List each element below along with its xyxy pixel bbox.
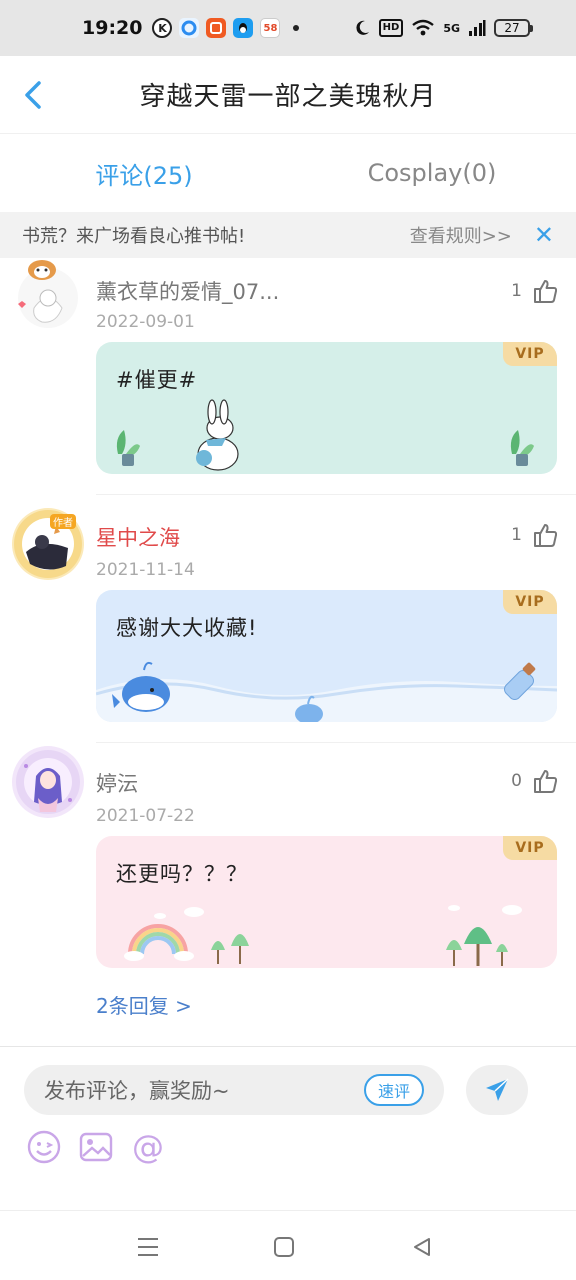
vip-badge: VIP [503, 342, 557, 366]
close-icon[interactable]: ✕ [534, 223, 554, 247]
avatar[interactable] [12, 746, 84, 818]
like-count: 1 [511, 281, 522, 301]
comment-date: 2022-09-01 [96, 312, 195, 332]
whale-wave-decoration [96, 661, 557, 722]
moon-icon [356, 20, 369, 35]
comment-date: 2021-11-14 [96, 560, 195, 580]
notice-banner[interactable]: 书荒？来广场看良心推书帖! 查看规则>> ✕ [0, 212, 576, 258]
tab-cosplay[interactable]: Cosplay(0) [288, 134, 576, 212]
comment-divider [96, 494, 576, 495]
rainbow-trees-decoration [124, 905, 522, 966]
back-arrow-icon [25, 81, 41, 109]
quick-review-button[interactable]: 速评 [363, 1074, 424, 1106]
like-button[interactable]: 0 [511, 768, 558, 794]
video-app-icon [206, 18, 227, 38]
home-icon[interactable] [270, 1233, 298, 1261]
view-rules-link[interactable]: 查看规则>> [410, 222, 512, 248]
like-count: 0 [511, 771, 522, 791]
like-button[interactable]: 1 [511, 278, 558, 304]
at-icon[interactable]: @ [130, 1128, 166, 1166]
tab-comments[interactable]: 评论(25) [0, 134, 288, 212]
browser-icon [179, 18, 200, 38]
avatar[interactable] [12, 258, 84, 330]
comment-username[interactable]: 婷沄 [96, 768, 138, 798]
comment-item: 婷沄 2021-07-22 0 还更吗？？？ VIP [0, 746, 576, 986]
page-title: 穿越天雷一部之美瑰秋月 [139, 82, 437, 112]
k-app-icon: K [152, 18, 173, 38]
58-app-icon: 58 [260, 18, 281, 38]
qq-icon [233, 18, 254, 38]
thumbs-up-icon [534, 524, 558, 547]
comment-item: 薰衣草的爱情_07... 2022-09-01 1 #催更# VIP [0, 258, 576, 494]
view-replies-link[interactable]: 2条回复 > [96, 990, 192, 1019]
menu-icon[interactable] [134, 1233, 162, 1261]
comment-username[interactable]: 星中之海 [96, 522, 180, 552]
status-time: 19:20 [82, 17, 143, 39]
comment-divider [96, 742, 576, 743]
comment-username[interactable]: 薰衣草的爱情_07... [96, 276, 279, 306]
network-label: 5G [443, 21, 460, 35]
status-bar: 19:20 K 58 HD 5G 27 [0, 0, 576, 56]
comment-page: 19:20 K 58 HD 5G 27 穿越天雷一部之美瑰秋月 评论(25) C… [0, 0, 576, 1280]
notification-dot [293, 25, 300, 31]
comment-date: 2021-07-22 [96, 806, 195, 826]
like-button[interactable]: 1 [511, 522, 558, 548]
comment-item: 作者 星中之海 2021-11-14 1 感谢大大收藏! VIP [0, 508, 576, 742]
comment-text: 感谢大大收藏! [116, 616, 258, 640]
like-count: 1 [511, 525, 522, 545]
hd-icon: HD [378, 19, 404, 37]
thumbs-up-icon [534, 280, 558, 303]
page-header: 穿越天雷一部之美瑰秋月 [0, 56, 576, 134]
thumbs-up-icon [534, 770, 558, 793]
comment-card[interactable]: 感谢大大收藏! VIP [96, 590, 557, 722]
comment-text: #催更# [116, 368, 198, 392]
wifi-icon [412, 19, 435, 36]
signal-icon [469, 20, 486, 36]
system-nav-bar [0, 1210, 576, 1280]
tab-bar: 评论(25) Cosplay(0) [0, 134, 576, 212]
author-badge: 作者 [50, 514, 76, 529]
comment-input-area: 发布评论，赢奖励~ 速评 @ [0, 1046, 576, 1210]
bunny-plant-decoration [116, 399, 534, 471]
comment-input-placeholder: 发布评论，赢奖励~ [44, 1079, 230, 1103]
battery-icon: 27 [494, 19, 533, 37]
notice-text: 书荒？来广场看良心推书帖! [22, 226, 246, 247]
comment-input[interactable]: 发布评论，赢奖励~ 速评 [24, 1065, 444, 1115]
comment-card[interactable]: 还更吗？？？ VIP [96, 836, 557, 968]
back-nav-icon[interactable] [408, 1233, 436, 1261]
emoji-icon[interactable] [26, 1129, 62, 1165]
status-indicators: HD 5G 27 [353, 19, 533, 37]
vip-badge: VIP [503, 590, 557, 614]
vip-badge: VIP [503, 836, 557, 860]
comment-text: 还更吗？？？ [116, 862, 248, 886]
comment-card[interactable]: #催更# VIP [96, 342, 557, 474]
send-button[interactable] [466, 1065, 528, 1115]
send-icon [486, 1078, 509, 1101]
back-button[interactable] [18, 78, 48, 112]
image-icon[interactable] [78, 1129, 114, 1165]
